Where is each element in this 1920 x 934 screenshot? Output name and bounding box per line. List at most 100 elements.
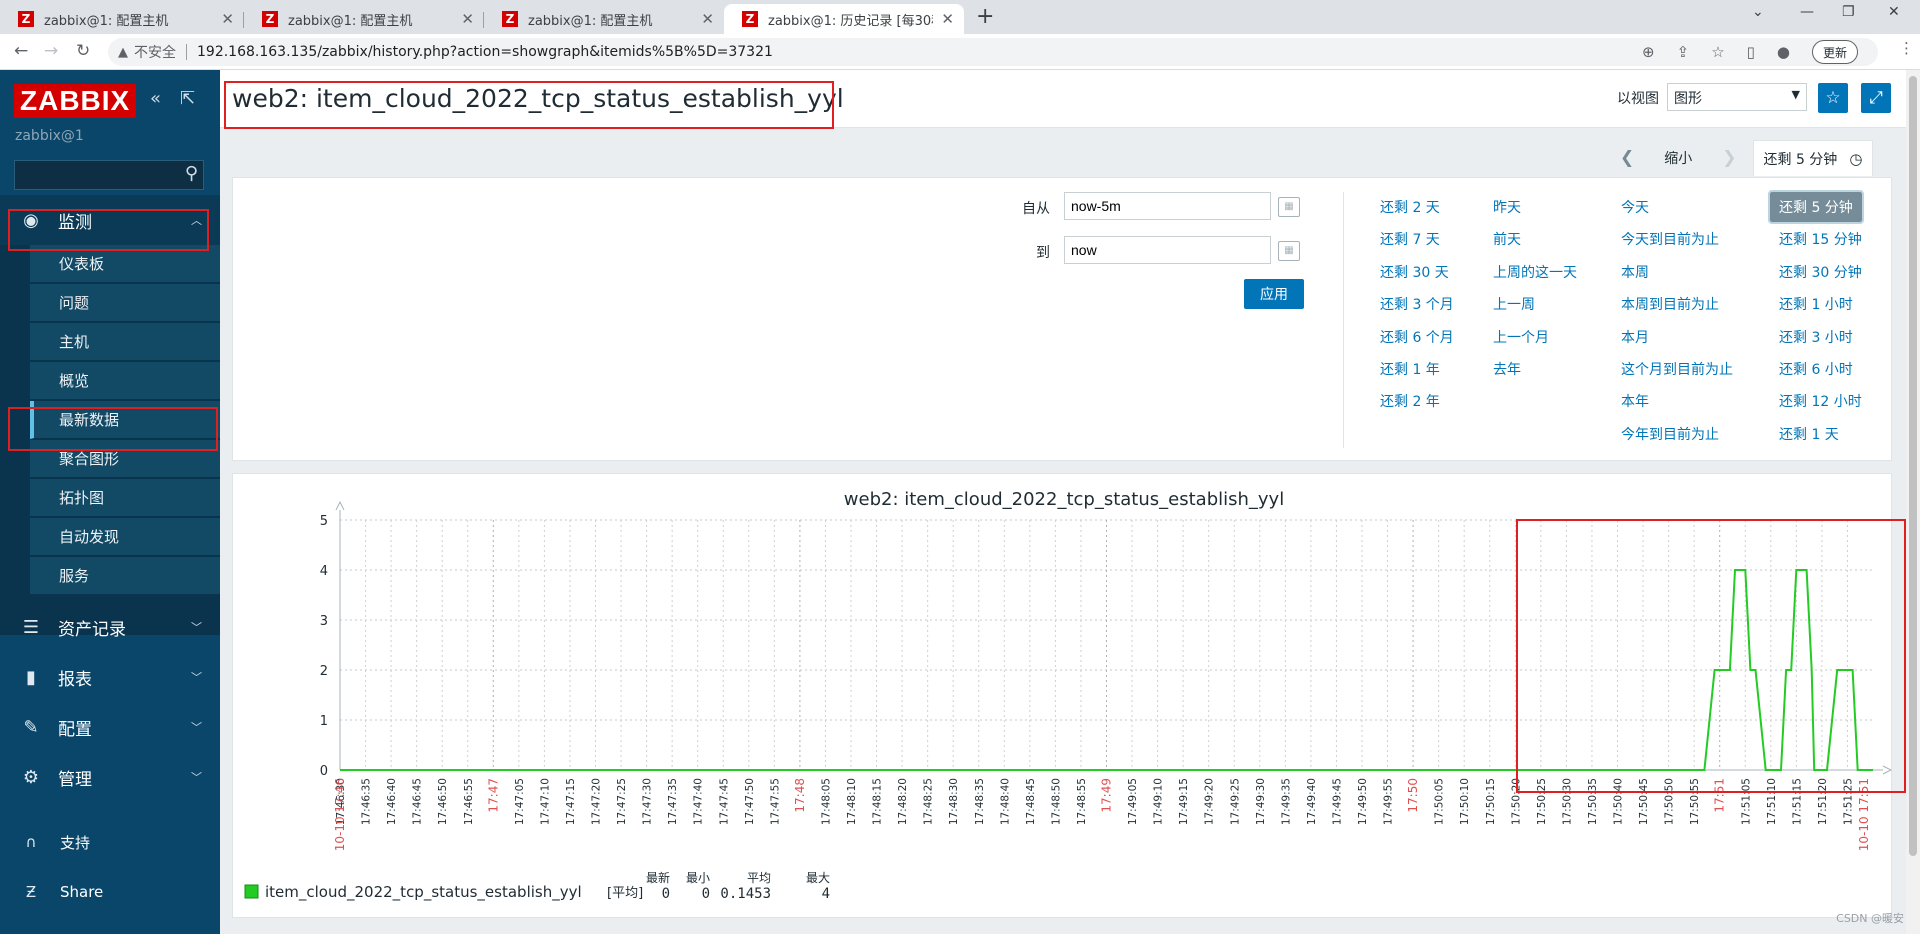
to-label: 到 — [1036, 245, 1050, 261]
chevron-left-icon[interactable]: ❮ — [1620, 148, 1634, 168]
tab-search-icon[interactable]: ⌄ — [1752, 4, 1764, 20]
sidebar-support[interactable]: ∩ 支持 — [0, 822, 220, 862]
sidebar-section-reports[interactable]: ▮ 报表 ﹀ — [0, 652, 220, 702]
quick-range-link[interactable]: 还剩 12 小时 — [1779, 391, 1862, 411]
view-as-select[interactable]: 图形 ▼ — [1667, 83, 1807, 111]
share-icon[interactable]: ⇪ — [1677, 43, 1690, 61]
sidebar-item-problems[interactable]: 问题 — [30, 284, 220, 322]
close-icon[interactable]: ✕ — [941, 10, 954, 28]
url-text[interactable]: 192.168.163.135/zabbix/history.php?actio… — [197, 44, 773, 60]
quick-range-link[interactable]: 去年 — [1493, 359, 1521, 379]
quick-range-link[interactable]: 还剩 3 个月 — [1380, 294, 1454, 314]
quick-range-link[interactable]: 还剩 5 分钟 — [1768, 190, 1864, 224]
quick-range-link[interactable]: 今天到目前为止 — [1621, 229, 1719, 249]
chevron-down-icon: ﹀ — [191, 671, 202, 684]
quick-range-link[interactable]: 今年到目前为止 — [1621, 424, 1719, 444]
page-scrollbar[interactable] — [1906, 70, 1920, 934]
y-tick-label: 4 — [320, 564, 328, 579]
browser-tab[interactable]: Z zabbix@1: 配置主机 ✕ — [0, 4, 244, 34]
quick-range-link[interactable]: 还剩 3 小时 — [1779, 327, 1853, 347]
quick-range-link[interactable]: 上周的这一天 — [1493, 262, 1577, 282]
calendar-icon[interactable]: ▦ — [1278, 197, 1300, 217]
quick-range-link[interactable]: 今天 — [1621, 197, 1649, 217]
quick-range-link[interactable]: 还剩 6 小时 — [1779, 359, 1853, 379]
quick-range-link[interactable]: 上一周 — [1493, 294, 1535, 314]
time-range-tab[interactable]: 还剩 5 分钟 ◷ — [1752, 140, 1874, 176]
sidebar-section-monitoring[interactable]: ◉ 监测 ︿ — [0, 195, 220, 245]
sidebar-item-discovery[interactable]: 自动发现 — [30, 518, 220, 556]
quick-range-link[interactable]: 还剩 30 分钟 — [1779, 262, 1862, 282]
window-close-icon[interactable]: ✕ — [1888, 4, 1900, 20]
scrollbar-thumb[interactable] — [1909, 76, 1917, 856]
sidebar-section-configuration[interactable]: ✎ 配置 ﹀ — [0, 702, 220, 752]
bookmark-star-icon[interactable]: ☆ — [1711, 43, 1724, 61]
update-button[interactable]: 更新 — [1811, 40, 1858, 64]
new-tab-icon[interactable]: + — [976, 4, 994, 30]
quick-range-link[interactable]: 本周到目前为止 — [1621, 294, 1719, 314]
minimize-icon[interactable]: — — [1800, 4, 1814, 20]
chevron-right-icon[interactable]: ❯ — [1722, 148, 1736, 168]
profile-icon[interactable]: ● — [1777, 43, 1790, 61]
zoom-icon[interactable]: ⊕ — [1642, 43, 1655, 61]
quick-range-link[interactable]: 前天 — [1493, 229, 1521, 249]
quick-range-link[interactable]: 还剩 1 天 — [1779, 424, 1839, 444]
x-tick-label: 17:46:40 — [386, 778, 398, 825]
sidebar-search-input[interactable]: ⚲ — [14, 160, 204, 190]
sidebar-section-inventory[interactable]: ☰ 资产记录 ﹀ — [0, 602, 220, 652]
close-icon[interactable]: ✕ — [221, 10, 234, 28]
sidebar-item-latest-data[interactable]: 最新数据 — [30, 401, 220, 439]
browser-tab[interactable]: Z zabbix@1: 配置主机 ✕ — [484, 4, 724, 34]
sidebar-item-screens[interactable]: 聚合图形 — [30, 440, 220, 478]
zoom-out-button[interactable]: 缩小 — [1664, 148, 1692, 168]
quick-range-link[interactable]: 还剩 30 天 — [1380, 262, 1449, 282]
sidebar-item-hosts[interactable]: 主机 — [30, 323, 220, 361]
browser-tab-active[interactable]: Z zabbix@1: 历史记录 [每30秒刷 ✕ — [724, 4, 964, 34]
quick-range-link[interactable]: 还剩 1 小时 — [1779, 294, 1853, 314]
sidepanel-icon[interactable]: ▯ — [1747, 43, 1755, 61]
restore-icon[interactable]: ❐ — [1842, 4, 1855, 20]
quick-range-link[interactable]: 还剩 6 个月 — [1380, 327, 1454, 347]
sidebar-section-label: 管理 — [58, 769, 92, 790]
quick-range-link[interactable]: 上一个月 — [1493, 327, 1549, 347]
collapse-sidebar-icon[interactable]: « — [150, 88, 161, 109]
quick-range-link[interactable]: 本月 — [1621, 327, 1649, 347]
apply-button[interactable]: 应用 — [1244, 279, 1304, 309]
quick-range-link[interactable]: 还剩 2 天 — [1380, 197, 1440, 217]
sidebar-section-label: 资产记录 — [58, 619, 126, 640]
sidebar-section-administration[interactable]: ⚙ 管理 ﹀ — [0, 752, 220, 802]
kiosk-icon[interactable]: ⇱ — [180, 88, 195, 109]
from-input[interactable] — [1064, 192, 1271, 220]
close-icon[interactable]: ✕ — [701, 10, 714, 28]
sidebar-item-overview[interactable]: 概览 — [30, 362, 220, 400]
sidebar-section-label: 报表 — [58, 669, 92, 690]
quick-range-link[interactable]: 昨天 — [1493, 197, 1521, 217]
sidebar-item-services[interactable]: 服务 — [30, 557, 220, 595]
quick-range-link[interactable]: 还剩 1 年 — [1380, 359, 1440, 379]
sidebar-share[interactable]: Ƶ Share — [0, 872, 220, 912]
forward-icon[interactable]: → — [44, 41, 58, 61]
quick-range-link[interactable]: 本周 — [1621, 262, 1649, 282]
calendar-icon[interactable]: ▦ — [1278, 241, 1300, 261]
close-icon[interactable]: ✕ — [461, 10, 474, 28]
wrench-icon: ✎ — [23, 716, 39, 738]
warning-icon[interactable]: ▲ — [118, 45, 128, 60]
menu-kebab-icon[interactable]: ⋮ — [1899, 39, 1914, 57]
favorite-star-button[interactable]: ☆ — [1818, 83, 1848, 113]
browser-tab[interactable]: Z zabbix@1: 配置主机 ✕ — [244, 4, 484, 34]
x-tick-label: 17:50:25 — [1536, 778, 1548, 825]
to-input[interactable] — [1064, 236, 1271, 264]
sidebar-item-dashboard[interactable]: 仪表板 — [30, 245, 220, 283]
back-icon[interactable]: ← — [14, 41, 28, 61]
zabbix-logo[interactable]: ZABBIX — [14, 84, 137, 118]
omnibox[interactable]: ▲ 不安全 192.168.163.135/zabbix/history.php… — [108, 38, 1878, 66]
quick-range-link[interactable]: 这个月到目前为止 — [1621, 359, 1733, 379]
search-icon[interactable]: ⚲ — [185, 163, 198, 184]
quick-range-link[interactable]: 本年 — [1621, 391, 1649, 411]
reload-icon[interactable]: ↻ — [76, 41, 90, 61]
x-tick-label: 17:47:15 — [565, 778, 577, 825]
quick-range-link[interactable]: 还剩 7 天 — [1380, 229, 1440, 249]
quick-range-link[interactable]: 还剩 15 分钟 — [1779, 229, 1862, 249]
quick-range-link[interactable]: 还剩 2 年 — [1380, 391, 1440, 411]
sidebar-item-maps[interactable]: 拓扑图 — [30, 479, 220, 517]
fullscreen-button[interactable]: ⤢ — [1861, 83, 1891, 113]
